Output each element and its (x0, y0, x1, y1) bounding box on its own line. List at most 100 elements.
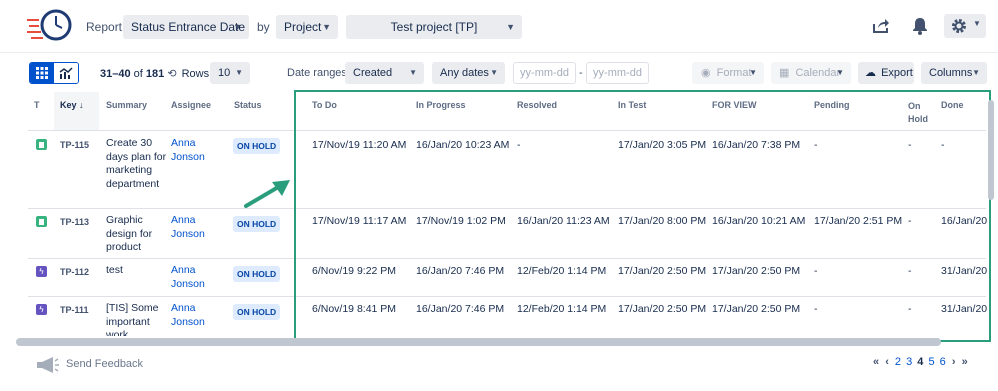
chart-view-button[interactable] (54, 63, 78, 83)
page-link[interactable]: 2 (895, 356, 901, 368)
rows-select-value: 10 (218, 67, 231, 79)
last-page-icon[interactable]: » (962, 356, 968, 368)
format-label: Format (716, 67, 752, 79)
send-feedback-link[interactable]: Send Feedback (66, 358, 143, 370)
report-label: Report: (86, 20, 126, 34)
format-button[interactable]: ◉ Format ▼ (692, 62, 764, 84)
date-from-input[interactable]: yy-mm-dd (513, 62, 576, 84)
pagination-summary: 31–40 of 181 ⟲ Rows: (100, 67, 212, 80)
epic-icon: ϟ (36, 266, 47, 277)
project-select[interactable]: Test project [TP] ▼ (346, 15, 522, 39)
horizontal-scrollbar[interactable] (16, 338, 941, 346)
issue-summary[interactable]: [TIS] Some important work (106, 302, 168, 336)
top-bar: Report: Status Entrance Date ▼ by Projec… (0, 0, 998, 52)
share-button[interactable] (868, 13, 894, 39)
highlight-box (294, 90, 991, 342)
issue-summary[interactable]: Graphic design for product (106, 214, 168, 255)
chevron-down-icon: ▼ (836, 68, 844, 77)
date-period-select[interactable]: Any dates ▼ (432, 62, 505, 84)
share-icon (873, 19, 889, 33)
page-link[interactable]: 6 (940, 356, 946, 368)
issue-key[interactable]: TP-115 (60, 140, 89, 150)
eye-icon: ◉ (701, 67, 711, 79)
sort-down-arrow-icon: ↓ (79, 100, 84, 110)
grid-icon (36, 67, 48, 79)
col-header-key-label: Key (60, 100, 77, 110)
status-badge: ON HOLD (233, 216, 281, 232)
chevron-down-icon: ▼ (506, 22, 515, 32)
status-badge: ON HOLD (233, 266, 281, 282)
vertical-scrollbar[interactable] (988, 100, 994, 200)
date-field-value: Created (353, 67, 393, 79)
chevron-down-icon: ▼ (490, 68, 498, 77)
header-divider (0, 52, 998, 53)
megaphone-icon (37, 357, 59, 373)
page-link[interactable]: 5 (928, 356, 934, 368)
gear-icon (952, 19, 966, 33)
summary-clip: [TIS] Some important work (106, 302, 168, 336)
issue-assignee[interactable]: Anna Jonson (171, 214, 226, 241)
group-by-value: Project (284, 20, 322, 34)
chevron-down-icon: ▼ (322, 22, 331, 32)
view-toggle (29, 62, 79, 84)
issue-summary[interactable]: test (106, 264, 168, 278)
date-to-input[interactable]: yy-mm-dd (586, 62, 649, 84)
col-header-key[interactable]: Key ↓ (60, 100, 84, 110)
pagination: « ‹ 2 3 4 5 6 › » (873, 356, 968, 368)
story-icon (36, 139, 47, 150)
issue-key[interactable]: TP-112 (60, 267, 89, 277)
date-ranges-label: Date ranges: (287, 67, 350, 79)
chevron-down-icon: ▼ (749, 68, 757, 77)
epic-icon: ϟ (36, 304, 47, 315)
refresh-icon[interactable]: ⟲ (167, 68, 176, 80)
issue-key[interactable]: TP-111 (60, 305, 89, 315)
export-button[interactable]: ☁ Export (858, 62, 914, 84)
col-header-status[interactable]: Status (234, 100, 262, 110)
settings-button[interactable]: ▼ (944, 14, 986, 38)
page-link[interactable]: 3 (906, 356, 912, 368)
calendar-icon: ▦ (779, 67, 790, 79)
rows-select[interactable]: 10 ▼ (210, 62, 250, 84)
date-from-placeholder: yy-mm-dd (520, 67, 569, 79)
issue-assignee[interactable]: Anna Jonson (171, 302, 226, 329)
col-header-summary[interactable]: Summary (106, 100, 147, 110)
total-count: 181 (145, 68, 165, 80)
issue-assignee[interactable]: Anna Jonson (171, 264, 226, 291)
report-select-value: Status Entrance Date (131, 20, 246, 34)
key-column-sorted-bg (54, 92, 99, 130)
story-icon (36, 216, 47, 227)
notifications-button[interactable] (907, 13, 933, 39)
rows-label: Rows: (181, 68, 213, 80)
project-select-value: Test project [TP] (390, 20, 478, 34)
of-text: of (133, 68, 143, 80)
col-header-type[interactable]: T (34, 100, 40, 110)
group-by-select[interactable]: Project ▼ (276, 15, 338, 39)
issue-assignee[interactable]: Anna Jonson (171, 137, 226, 164)
current-page: 4 (917, 356, 924, 368)
first-page-icon[interactable]: « (873, 356, 879, 368)
date-separator: - (579, 67, 583, 79)
next-page-icon[interactable]: › (952, 356, 956, 368)
issue-summary[interactable]: Create 30 days plan for marketing depart… (106, 137, 168, 191)
cloud-upload-icon: ☁ (865, 67, 876, 79)
calendar-label: Calendar (795, 67, 841, 79)
chevron-down-icon: ▼ (409, 68, 417, 77)
prev-page-icon[interactable]: ‹ (885, 356, 889, 368)
arrow-annotation-icon (244, 180, 290, 208)
grid-view-button[interactable] (30, 63, 54, 83)
report-select[interactable]: Status Entrance Date ▼ (123, 15, 249, 39)
col-header-assignee[interactable]: Assignee (171, 100, 211, 110)
date-period-value: Any dates (440, 67, 489, 79)
bell-icon (913, 18, 927, 35)
date-to-placeholder: yy-mm-dd (593, 67, 642, 79)
calendar-button[interactable]: ▦ Calendar ▼ (771, 62, 851, 84)
chart-icon (59, 67, 73, 79)
issue-key[interactable]: TP-113 (60, 217, 89, 227)
status-badge: ON HOLD (233, 138, 281, 154)
columns-button[interactable]: Columns ▼ (921, 62, 987, 84)
chevron-down-icon: ▼ (235, 68, 243, 77)
export-label: Export (881, 67, 913, 79)
by-label: by (257, 20, 270, 34)
chevron-down-icon: ▼ (233, 22, 242, 32)
date-field-select[interactable]: Created ▼ (345, 62, 424, 84)
